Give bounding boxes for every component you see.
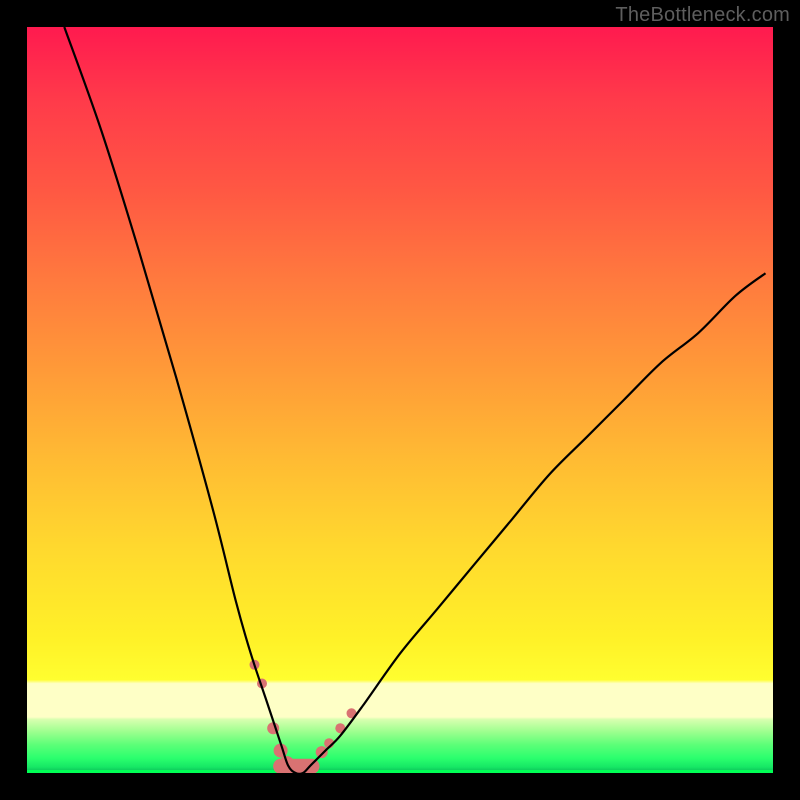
chart-frame: TheBottleneck.com xyxy=(0,0,800,800)
watermark-text: TheBottleneck.com xyxy=(615,4,790,27)
plot-area xyxy=(27,27,773,773)
curve-layer xyxy=(27,27,773,773)
bottleneck-curve-path xyxy=(64,27,765,773)
markers-group xyxy=(250,660,357,773)
marker-dot xyxy=(316,746,328,758)
